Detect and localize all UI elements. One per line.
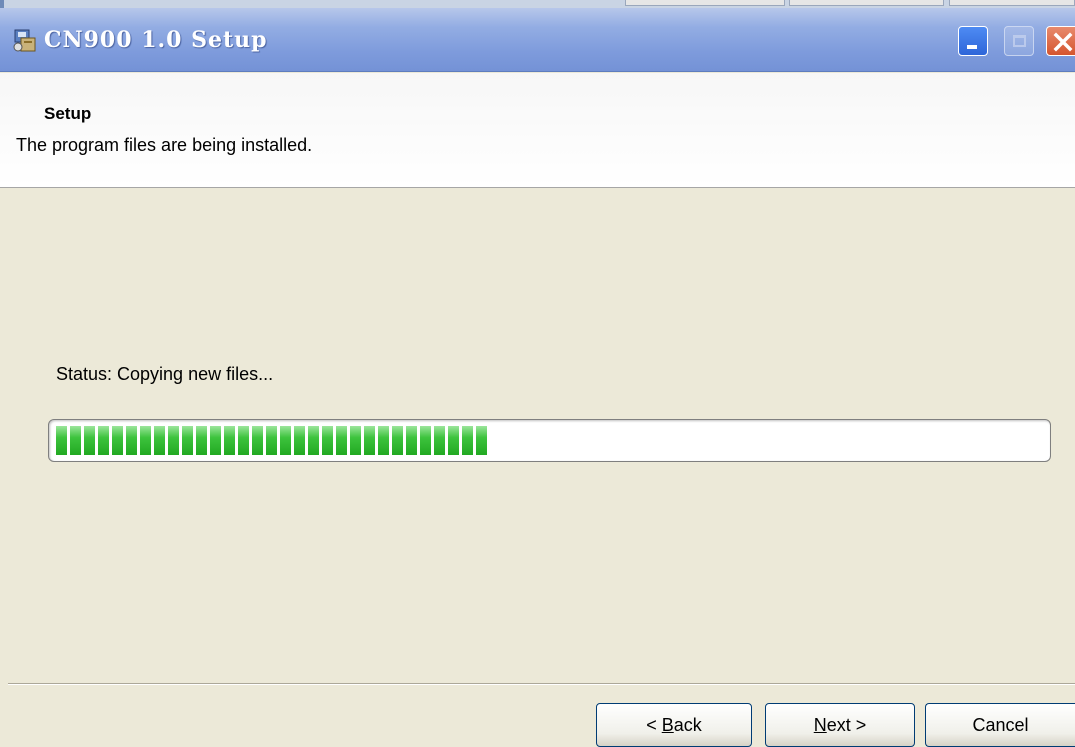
maximize-button[interactable] [1004,26,1034,56]
minimize-icon [967,45,977,49]
progress-segment [224,426,235,455]
background-tab [625,0,785,6]
installer-icon [13,29,36,52]
progress-segment [364,426,375,455]
cancel-button-label: Cancel [972,714,1029,735]
progress-segment [238,426,249,455]
title-bar[interactable]: CN900 1.0 Setup [0,8,1075,72]
progress-segment [196,426,207,455]
progress-segment [322,426,333,455]
next-button[interactable]: Next > [765,703,915,747]
progress-segment [308,426,319,455]
background-window-strip [0,0,1075,8]
progress-segment [112,426,123,455]
progress-segment [210,426,221,455]
progress-segment [462,426,473,455]
header-panel: Setup The program files are being instal… [0,73,1075,188]
close-icon [1053,32,1073,52]
progress-segment [182,426,193,455]
maximize-icon [1013,35,1026,47]
progress-segment [98,426,109,455]
progress-segment [70,426,81,455]
page-subtitle: The program files are being installed. [16,135,313,155]
progress-segment [294,426,305,455]
install-progress-bar [48,419,1051,462]
background-tab [949,0,1075,6]
window-title: CN900 1.0 Setup [44,27,268,53]
progress-segment [56,426,67,455]
progress-segment [126,426,137,455]
progress-segment [84,426,95,455]
progress-segment [406,426,417,455]
back-button[interactable]: < Back [596,703,752,747]
background-tab [789,0,944,6]
progress-segment [448,426,459,455]
progress-segment [434,426,445,455]
minimize-button[interactable] [958,26,988,56]
close-button[interactable] [1046,26,1075,56]
progress-segment [252,426,263,455]
back-button-label: < Back [646,714,702,735]
status-label: Status: Copying new files... [56,364,274,384]
progress-segment [154,426,165,455]
progress-segment [392,426,403,455]
progress-segment [140,426,151,455]
progress-segment [378,426,389,455]
progress-segment [168,426,179,455]
cancel-button[interactable]: Cancel [925,703,1075,747]
page-title: Setup [44,104,92,123]
progress-segment [266,426,277,455]
strip-edge [0,0,4,8]
progress-fill [56,426,487,455]
progress-segment [350,426,361,455]
progress-segment [420,426,431,455]
progress-segment [280,426,291,455]
footer-divider [8,683,1075,685]
progress-segment [476,426,487,455]
next-button-label: Next > [813,714,867,735]
progress-segment [336,426,347,455]
